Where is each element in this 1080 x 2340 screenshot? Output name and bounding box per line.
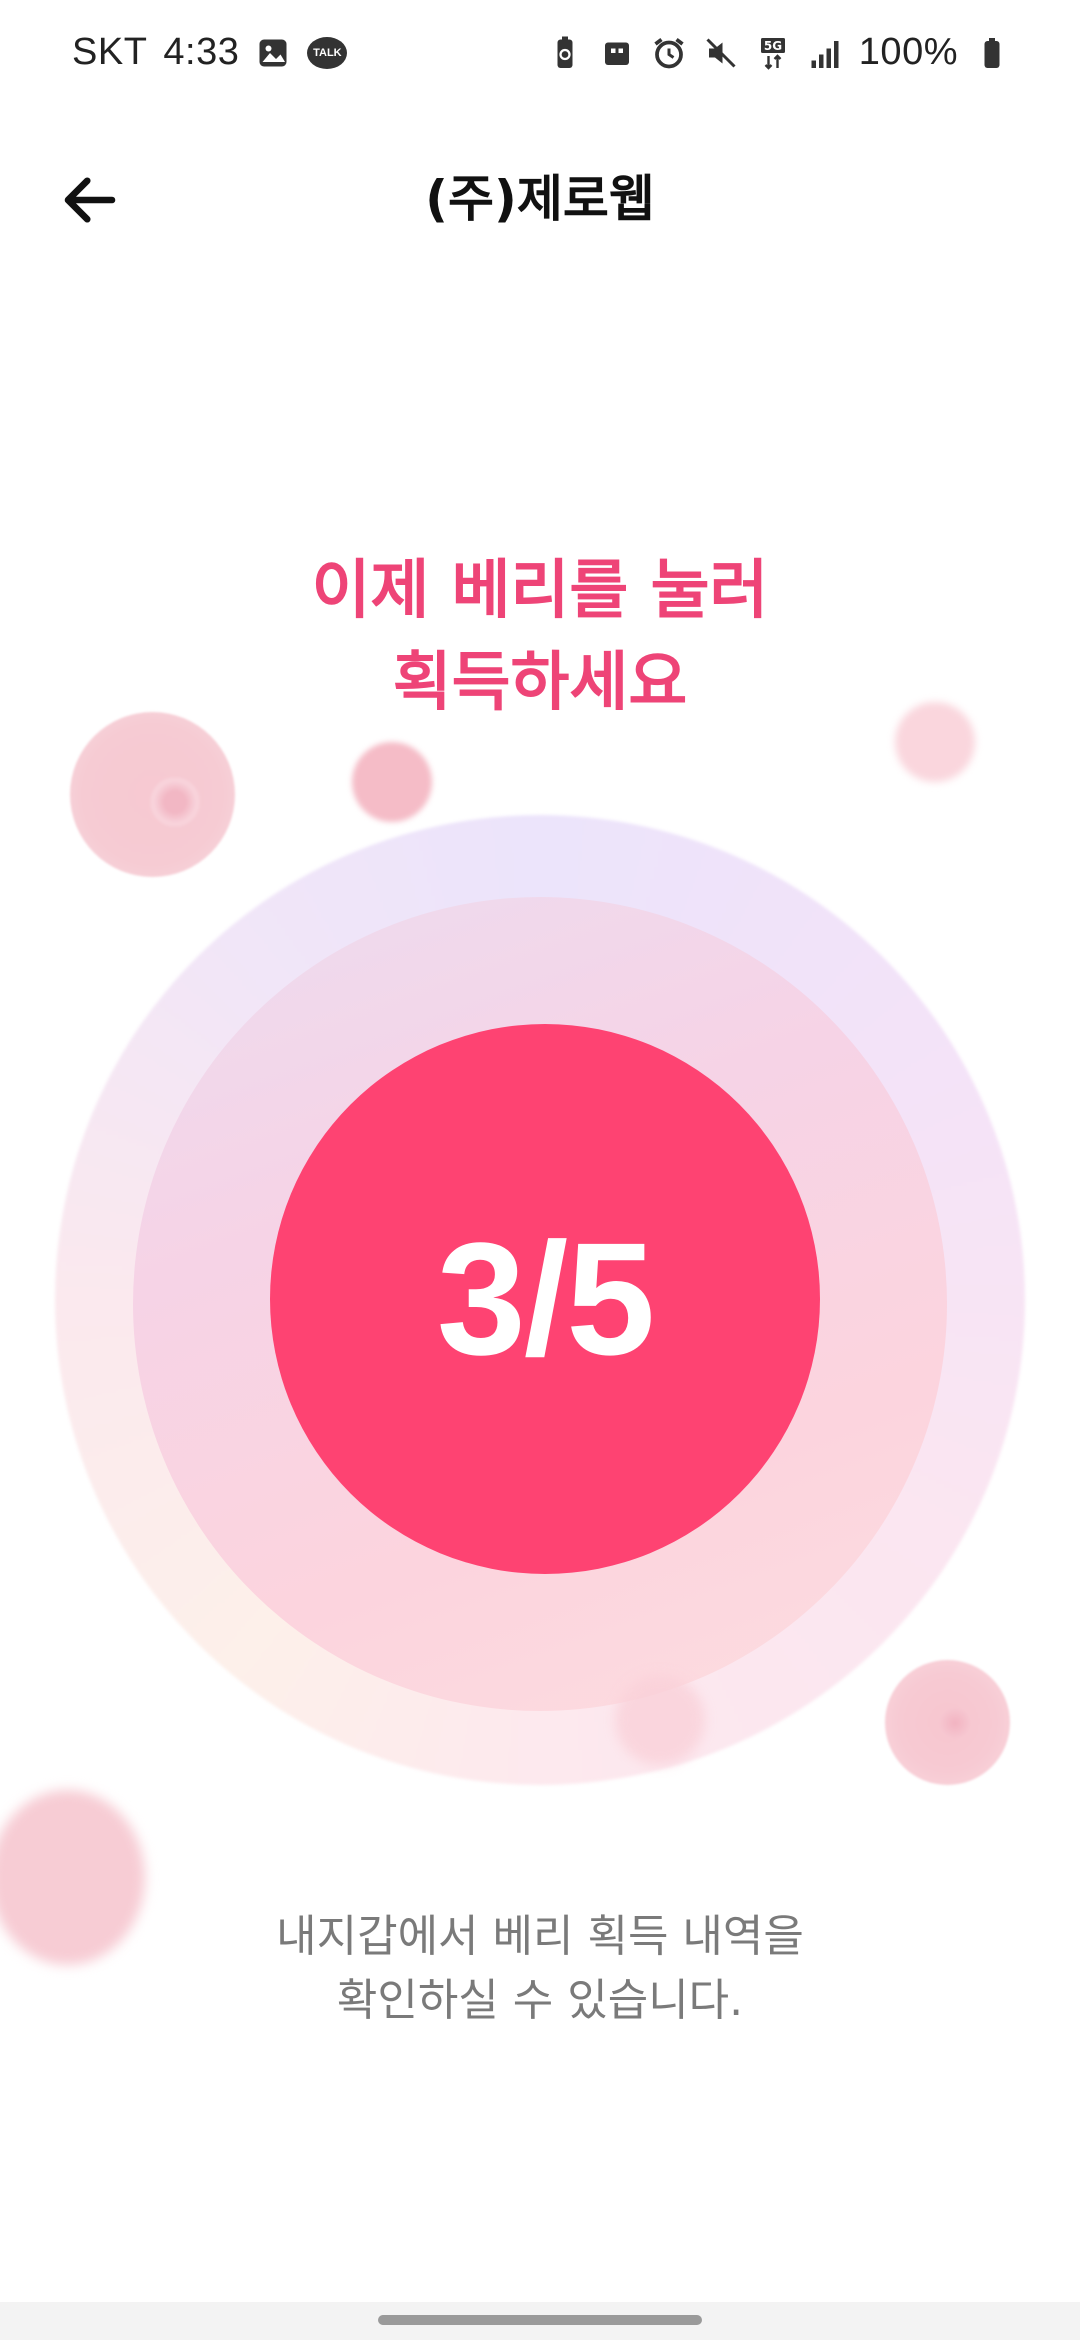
clock: 4:33: [163, 31, 240, 73]
page-title: (주)제로웹: [425, 170, 655, 228]
status-right: 5G 100%: [547, 31, 1010, 74]
signal-icon: [807, 35, 843, 71]
battery-icon: [974, 35, 1010, 71]
app-header: (주)제로웹: [0, 140, 1080, 250]
talk-icon: TALK: [307, 36, 348, 69]
network-5g-icon: 5G: [755, 35, 791, 71]
decorative-bubble: [352, 742, 432, 822]
decorative-bubble: [70, 712, 235, 877]
work-profile-icon: [599, 35, 635, 71]
screen: SKT 4:33 TALK 5G 100% (주)제로웹 이제 베리를 눌러 획…: [0, 0, 1080, 2340]
battery-saver-icon: [547, 35, 583, 71]
instruction-message: 이제 베리를 눌러 획득하세요: [0, 545, 1080, 729]
battery-percent: 100%: [858, 31, 958, 73]
info-line-2: 확인하실 수 있습니다.: [336, 1975, 744, 2026]
berry-tap-button[interactable]: 3/5: [270, 1024, 820, 1574]
decorative-bubble: [615, 1675, 705, 1765]
progress-count: 3/5: [436, 1209, 655, 1388]
decorative-bubble: [895, 702, 975, 782]
status-bar: SKT 4:33 TALK 5G 100%: [0, 0, 1080, 105]
back-button[interactable]: [50, 160, 130, 240]
alarm-icon: [651, 35, 687, 71]
status-left: SKT 4:33 TALK: [72, 31, 348, 74]
info-line-1: 내지갑에서 베리 획득 내역을: [276, 1911, 804, 1962]
carrier-label: SKT: [72, 31, 148, 73]
arrow-left-icon: [64, 177, 116, 223]
gesture-handle[interactable]: [378, 2315, 702, 2325]
svg-text:5G: 5G: [764, 39, 782, 53]
wallet-info-text: 내지갑에서 베리 획득 내역을 확인하실 수 있습니다.: [0, 1905, 1080, 2033]
instruction-line-1: 이제 베리를 눌러: [311, 554, 769, 628]
mute-icon: [703, 35, 739, 71]
image-icon: [255, 35, 291, 71]
decorative-bubble: [885, 1660, 1010, 1785]
